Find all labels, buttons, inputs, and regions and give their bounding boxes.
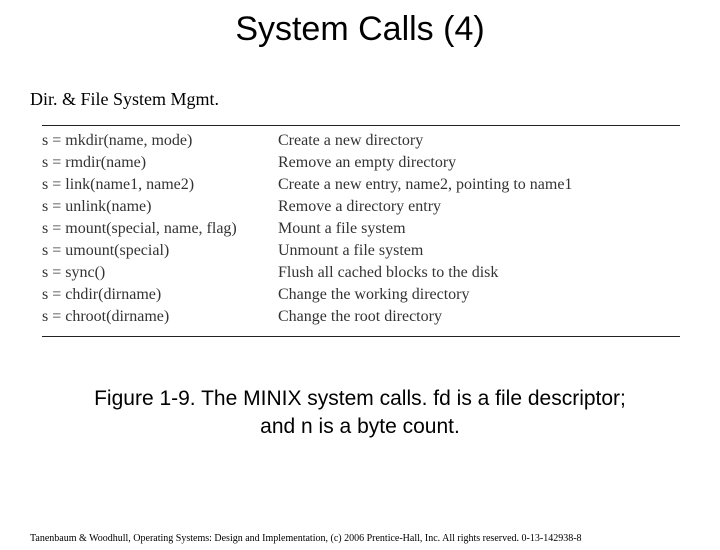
syscall-cell: s = chdir(dirname) (42, 284, 278, 306)
caption-line-1: Figure 1-9. The MINIX system calls. fd i… (94, 387, 626, 410)
desc-cell: Change the root directory (278, 306, 682, 328)
rule-top (42, 125, 680, 126)
table-row: s = link(name1, name2) Create a new entr… (42, 174, 682, 196)
syscall-table-wrap: s = mkdir(name, mode) Create a new direc… (42, 125, 680, 337)
table-row: s = rmdir(name) Remove an empty director… (42, 152, 682, 174)
table-row: s = chroot(dirname) Change the root dire… (42, 306, 682, 328)
table-row: s = umount(special) Unmount a file syste… (42, 240, 682, 262)
section-label: Dir. & File System Mgmt. (30, 89, 720, 110)
table-row: s = mount(special, name, flag) Mount a f… (42, 218, 682, 240)
desc-cell: Create a new directory (278, 130, 682, 152)
desc-cell: Flush all cached blocks to the disk (278, 262, 682, 284)
table-row: s = chdir(dirname) Change the working di… (42, 284, 682, 306)
desc-cell: Change the working directory (278, 284, 682, 306)
desc-cell: Unmount a file system (278, 240, 682, 262)
caption-line-2: and n is a byte count. (260, 415, 460, 438)
slide-title: System Calls (4) (0, 10, 720, 49)
syscall-cell: s = sync() (42, 262, 278, 284)
syscall-cell: s = unlink(name) (42, 196, 278, 218)
syscall-cell: s = link(name1, name2) (42, 174, 278, 196)
desc-cell: Mount a file system (278, 218, 682, 240)
footer-copyright: Tanenbaum & Woodhull, Operating Systems:… (30, 533, 582, 544)
syscall-table: s = mkdir(name, mode) Create a new direc… (42, 130, 682, 328)
figure-caption: Figure 1-9. The MINIX system calls. fd i… (0, 385, 720, 442)
syscall-cell: s = mount(special, name, flag) (42, 218, 278, 240)
desc-cell: Create a new entry, name2, pointing to n… (278, 174, 682, 196)
syscall-cell: s = mkdir(name, mode) (42, 130, 278, 152)
table-row: s = mkdir(name, mode) Create a new direc… (42, 130, 682, 152)
syscall-cell: s = umount(special) (42, 240, 278, 262)
table-row: s = unlink(name) Remove a directory entr… (42, 196, 682, 218)
syscall-cell: s = rmdir(name) (42, 152, 278, 174)
rule-bottom (42, 336, 680, 337)
table-row: s = sync() Flush all cached blocks to th… (42, 262, 682, 284)
desc-cell: Remove a directory entry (278, 196, 682, 218)
desc-cell: Remove an empty directory (278, 152, 682, 174)
syscall-cell: s = chroot(dirname) (42, 306, 278, 328)
